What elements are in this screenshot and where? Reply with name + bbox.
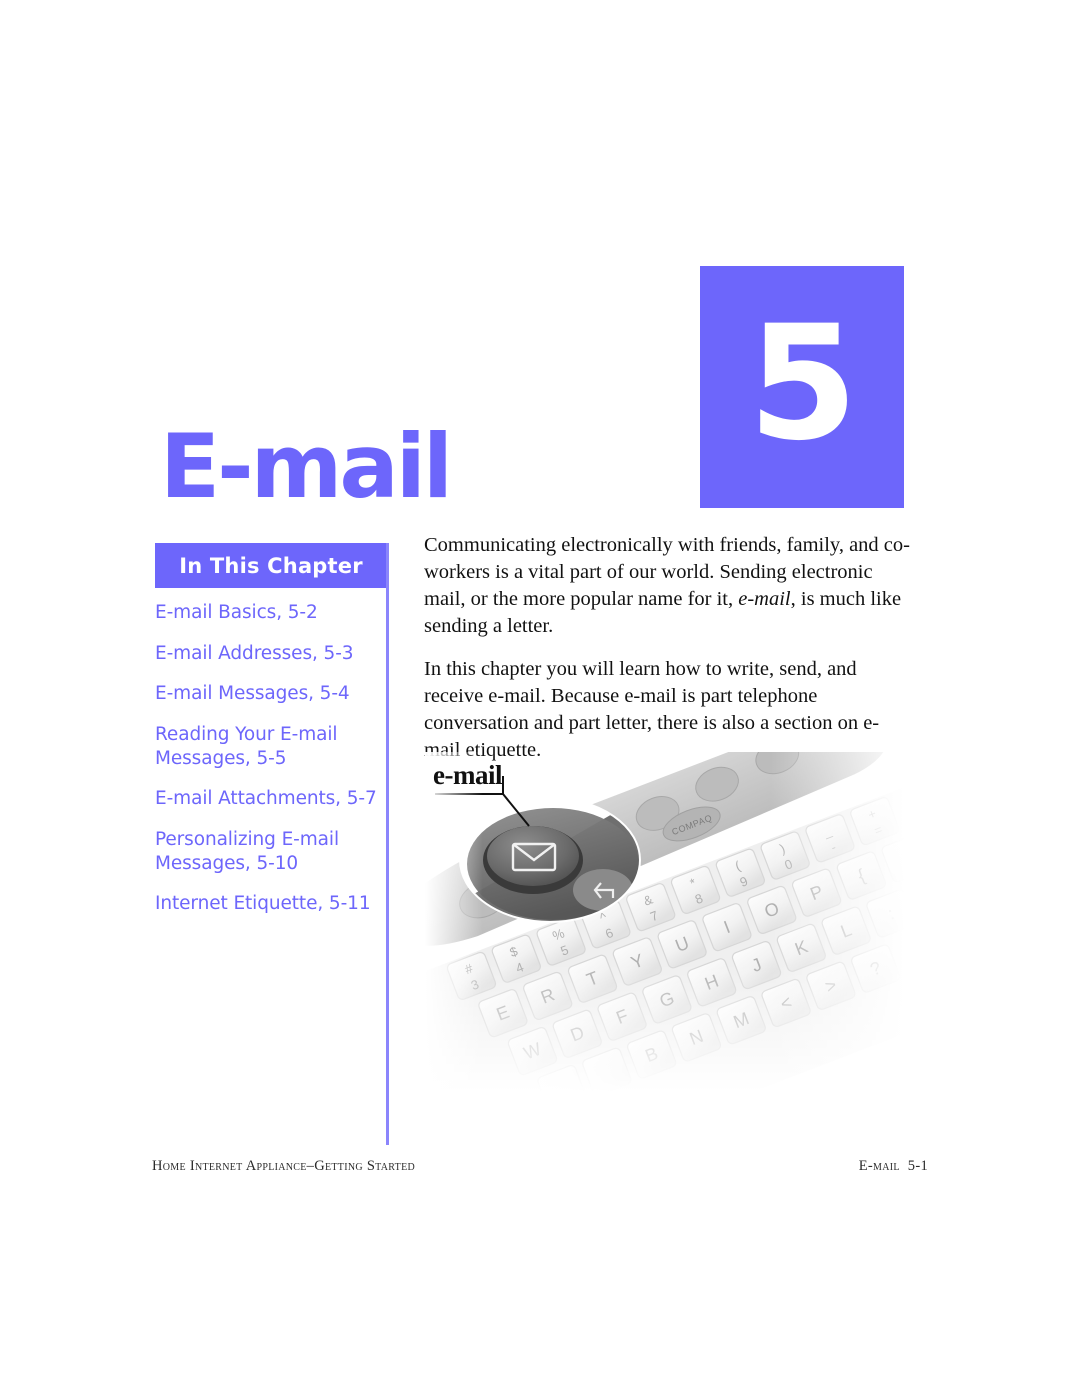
chapter-number: 5 (748, 291, 858, 476)
toc-item-email-messages[interactable]: E-mail Messages, 5-4 (155, 682, 389, 706)
footer-page-number: 5-1 (907, 1158, 928, 1174)
in-this-chapter-panel: In This Chapter E-mail Basics, 5-2 E-mai… (155, 543, 389, 914)
toc-item-email-addresses[interactable]: E-mail Addresses, 5-3 (155, 642, 389, 666)
footer-book-title: Home Internet Appliance–Getting Started (152, 1158, 416, 1174)
callout-label-email: e-mail (433, 760, 502, 790)
toc-item-email-basics[interactable]: E-mail Basics, 5-2 (155, 601, 389, 625)
chapter-number-block: 5 (700, 266, 904, 508)
in-this-chapter-label: In This Chapter (179, 553, 363, 578)
toc-item-internet-etiquette[interactable]: Internet Etiquette, 5-11 (155, 892, 389, 916)
chapter-title: E-mail (160, 415, 453, 518)
footer-chapter-label: E-mail (858, 1158, 900, 1174)
sidebar-vertical-rule (386, 543, 389, 1145)
in-this-chapter-header: In This Chapter (155, 543, 387, 588)
intro-paragraph-2: In this chapter you will learn how to wr… (424, 658, 880, 761)
toc-item-reading-your-email-messages[interactable]: Reading Your E-mail Messages, 5-5 (155, 723, 389, 770)
toc-item-email-attachments[interactable]: E-mail Attachments, 5-7 (155, 787, 389, 811)
toc-item-personalizing-email-messages[interactable]: Personalizing E-mail Messages, 5-10 (155, 828, 389, 875)
document-page: 5 E-mail In This Chapter E-mail Basics, … (0, 0, 1080, 1397)
keyboard-photograph: COMPAQ (425, 752, 905, 1092)
footer-chapter-page: E-mail 5-1 (859, 1158, 928, 1175)
keyboard-figure: e-mail (425, 752, 905, 1092)
intro-copy: Communicating electronically with friend… (424, 532, 911, 781)
chapter-contents-list: E-mail Basics, 5-2 E-mail Addresses, 5-3… (155, 601, 389, 933)
page-footer: Home Internet Appliance–Getting Started … (152, 1158, 928, 1180)
intro-paragraph-1: Communicating electronically with friend… (424, 532, 911, 639)
intro-paragraph-1-emphasis: e-mail (738, 587, 791, 610)
